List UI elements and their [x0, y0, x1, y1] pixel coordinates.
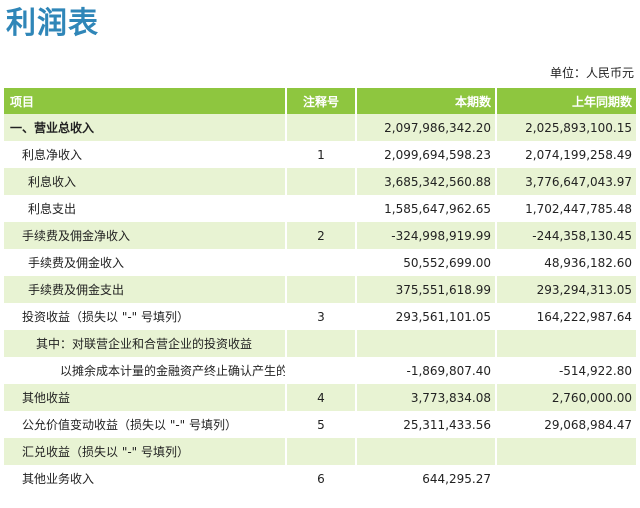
row-note	[286, 330, 357, 357]
table-row: 投资收益（损失以 "-" 号填列） 3 293,561,101.05 164,2…	[4, 303, 636, 330]
row-previous: -514,922.80	[496, 357, 636, 384]
currency-unit: 单位：人民币元	[549, 66, 634, 80]
row-previous	[496, 330, 636, 357]
row-item: 手续费及佣金净收入	[4, 222, 287, 249]
row-note: 4	[286, 384, 357, 411]
row-item: 利息净收入	[4, 141, 287, 168]
row-current: 375,551,618.99	[356, 276, 497, 303]
row-item: 一、营业总收入	[4, 114, 287, 141]
row-item: 汇兑收益（损失以 "-" 号填列）	[4, 438, 287, 465]
row-note: 6	[286, 465, 357, 492]
row-item: 利息收入	[4, 168, 287, 195]
row-previous: 3,776,647,043.97	[496, 168, 636, 195]
row-note: 5	[286, 411, 357, 438]
row-note	[286, 168, 357, 195]
row-previous	[496, 438, 636, 465]
table-row: 公允价值变动收益（损失以 "-" 号填列） 5 25,311,433.56 29…	[4, 411, 636, 438]
table-row: 利息支出 1,585,647,962.65 1,702,447,785.48	[4, 195, 636, 222]
header-note: 注释号	[286, 88, 357, 114]
row-note: 3	[286, 303, 357, 330]
row-previous: 293,294,313.05	[496, 276, 636, 303]
row-item: 其他收益	[4, 384, 287, 411]
table-row: 手续费及佣金净收入 2 -324,998,919.99 -244,358,130…	[4, 222, 636, 249]
row-item: 其他业务收入	[4, 465, 287, 492]
row-current: 3,773,834.08	[356, 384, 497, 411]
row-note	[286, 438, 357, 465]
header-item: 项目	[4, 88, 287, 114]
row-current: -324,998,919.99	[356, 222, 497, 249]
row-note: 1	[286, 141, 357, 168]
table-row: 其中：对联营企业和合营企业的投资收益	[4, 330, 636, 357]
row-current: 293,561,101.05	[356, 303, 497, 330]
table-header-row: 项目 注释号 本期数 上年同期数	[4, 88, 636, 114]
row-current: 3,685,342,560.88	[356, 168, 497, 195]
header-current-period: 本期数	[356, 88, 497, 114]
row-note	[286, 276, 357, 303]
row-item: 手续费及佣金收入	[4, 249, 287, 276]
row-note	[286, 195, 357, 222]
row-previous: -244,358,130.45	[496, 222, 636, 249]
row-note	[286, 357, 357, 384]
row-item: 其中：对联营企业和合营企业的投资收益	[4, 330, 287, 357]
table-row: 手续费及佣金支出 375,551,618.99 293,294,313.05	[4, 276, 636, 303]
row-current: 2,099,694,598.23	[356, 141, 497, 168]
row-current	[356, 438, 497, 465]
row-item: 投资收益（损失以 "-" 号填列）	[4, 303, 287, 330]
row-note: 2	[286, 222, 357, 249]
row-previous: 2,025,893,100.15	[496, 114, 636, 141]
row-previous: 2,074,199,258.49	[496, 141, 636, 168]
row-note	[286, 249, 357, 276]
row-item: 手续费及佣金支出	[4, 276, 287, 303]
row-current	[356, 330, 497, 357]
row-current: 1,585,647,962.65	[356, 195, 497, 222]
row-current: 25,311,433.56	[356, 411, 497, 438]
row-item: 公允价值变动收益（损失以 "-" 号填列）	[4, 411, 287, 438]
row-previous: 164,222,987.64	[496, 303, 636, 330]
row-previous: 2,760,000.00	[496, 384, 636, 411]
row-note	[286, 114, 357, 141]
row-current: 2,097,986,342.20	[356, 114, 497, 141]
table-row: 手续费及佣金收入 50,552,699.00 48,936,182.60	[4, 249, 636, 276]
row-previous: 29,068,984.47	[496, 411, 636, 438]
income-statement-table: 项目 注释号 本期数 上年同期数 一、营业总收入 2,097,986,342.2…	[4, 88, 636, 492]
row-current: -1,869,807.40	[356, 357, 497, 384]
table-row: 其他业务收入 6 644,295.27	[4, 465, 636, 492]
table-row: 利息收入 3,685,342,560.88 3,776,647,043.97	[4, 168, 636, 195]
table-row: 汇兑收益（损失以 "-" 号填列）	[4, 438, 636, 465]
row-current: 644,295.27	[356, 465, 497, 492]
row-current: 50,552,699.00	[356, 249, 497, 276]
row-item: 以摊余成本计量的金融资产终止确认产生的收益	[4, 357, 287, 384]
row-item: 利息支出	[4, 195, 287, 222]
table-row: 以摊余成本计量的金融资产终止确认产生的收益 -1,869,807.40 -514…	[4, 357, 636, 384]
header-previous-period: 上年同期数	[496, 88, 636, 114]
table-row: 一、营业总收入 2,097,986,342.20 2,025,893,100.1…	[4, 114, 636, 141]
table-row: 其他收益 4 3,773,834.08 2,760,000.00	[4, 384, 636, 411]
table-row: 利息净收入 1 2,099,694,598.23 2,074,199,258.4…	[4, 141, 636, 168]
row-previous: 1,702,447,785.48	[496, 195, 636, 222]
row-previous	[496, 465, 636, 492]
page-title: 利润表	[6, 6, 99, 41]
row-previous: 48,936,182.60	[496, 249, 636, 276]
